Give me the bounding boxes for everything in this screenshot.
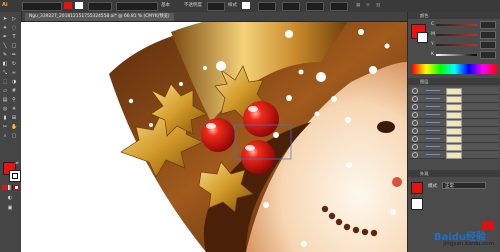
appearance-stroke-swatch[interactable] — [411, 198, 423, 210]
appearance-fill-swatch[interactable] — [411, 182, 423, 194]
layer-row[interactable] — [410, 111, 499, 119]
berry-bottom — [241, 140, 275, 174]
artboard-tool-icon[interactable]: ⊞ — [11, 115, 17, 121]
h-field[interactable] — [330, 2, 348, 11]
stroke-weight-field[interactable] — [88, 2, 112, 11]
x-field[interactable] — [258, 2, 276, 11]
free-transform-icon[interactable]: ⬚ — [2, 79, 8, 85]
berry-left — [201, 118, 235, 152]
blend-mode-label: 模式 — [428, 184, 437, 189]
illustration — [109, 22, 407, 252]
layer-row[interactable] — [410, 135, 499, 143]
layer-row[interactable] — [410, 127, 499, 135]
warp-tool-icon[interactable]: ≈ — [11, 70, 17, 76]
color-spectrum[interactable] — [412, 64, 497, 74]
symbol-sprayer-icon[interactable]: ✳ — [11, 106, 17, 112]
layer-row[interactable] — [410, 95, 499, 103]
channel-y-label: Y — [431, 42, 434, 47]
brush-tool-icon[interactable]: ✎ — [2, 52, 8, 58]
channel-m-label: M — [431, 32, 435, 37]
draw-mode-icon[interactable]: ◐ — [7, 195, 13, 201]
baidu-watermark: Baidu经验 jingyan.baidu.com — [394, 228, 494, 248]
w-field[interactable] — [306, 2, 324, 11]
cheek-shape — [392, 177, 402, 187]
channel-c-field[interactable] — [480, 21, 496, 29]
slice-tool-icon[interactable]: ✂ — [2, 124, 8, 130]
color-panel-stroke[interactable] — [417, 32, 428, 43]
channel-c-slider[interactable] — [436, 24, 477, 26]
document-tabbar: Ngu_339227_201812151755324558.ai* @ 66.8… — [21, 12, 407, 22]
pencil-tool-icon[interactable]: ✏ — [11, 52, 17, 58]
gradient-tool-icon[interactable]: ▤ — [2, 97, 8, 103]
type-tool-icon[interactable]: T — [11, 34, 17, 40]
berry-top — [243, 101, 279, 137]
channel-y-field[interactable] — [480, 41, 496, 49]
style-swatch[interactable] — [242, 2, 250, 9]
zoom-tool-icon[interactable]: ⌕ — [2, 133, 8, 139]
rectangle-tool-icon[interactable]: □ — [11, 43, 17, 49]
screen-mode-icon[interactable]: ▣ — [7, 205, 13, 211]
gradient-mode-icon[interactable] — [8, 185, 13, 190]
styles-label[interactable]: 样式 — [228, 2, 237, 9]
swap-colors-icon[interactable]: ⇄ — [14, 160, 20, 166]
selection-tool-icon[interactable]: ➤ — [2, 16, 8, 22]
layer-row[interactable] — [410, 103, 499, 111]
opacity-label[interactable]: 不透明度 — [184, 2, 202, 9]
channel-k-label: K — [431, 52, 434, 57]
appearance-panel-header[interactable]: 外观 — [408, 170, 500, 177]
transform-icon[interactable]: ▦ — [356, 2, 360, 9]
blend-tool-icon[interactable]: ◎ — [2, 106, 8, 112]
arrange-icon[interactable]: ▥ — [376, 2, 380, 9]
channel-m-slider[interactable] — [436, 34, 477, 36]
magic-wand-icon[interactable]: ✦ — [2, 25, 8, 31]
brush-dropdown[interactable] — [116, 2, 158, 11]
tools-panel: ➤ ▷ ✦ ◌ ✒ T ╲ □ ✎ ✏ ◧ ↻ ⤡ ≈ ⬚ ◑ ▱ # ▤ ⚲ … — [0, 12, 22, 252]
channel-y-slider[interactable] — [436, 44, 477, 46]
pen-tool-icon[interactable]: ✒ — [2, 34, 8, 40]
color-panel-header[interactable]: 颜色 — [408, 12, 500, 19]
channel-c-label: C — [431, 22, 435, 27]
style-basic-label: 基本 — [161, 3, 170, 8]
layer-row[interactable] — [410, 143, 499, 151]
layer-row[interactable] — [410, 87, 499, 95]
direct-selection-icon[interactable]: ▷ — [11, 16, 17, 22]
channel-m-field[interactable] — [480, 31, 496, 39]
eyedropper-icon[interactable]: ⚲ — [11, 97, 17, 103]
lasso-icon[interactable]: ◌ — [11, 25, 17, 31]
eye-shape — [377, 121, 395, 133]
hand-tool-icon[interactable]: ✋ — [11, 124, 17, 130]
layer-row[interactable] — [410, 151, 499, 159]
app-logo: Ai — [2, 2, 8, 8]
line-tool-icon[interactable]: ╲ — [2, 43, 8, 49]
print-tiling-icon[interactable]: ▢ — [11, 133, 17, 139]
align-icon[interactable]: ≡ — [366, 2, 370, 9]
rotate-tool-icon[interactable]: ↻ — [11, 61, 17, 67]
scale-tool-icon[interactable]: ⤡ — [2, 70, 8, 76]
selection-dropdown[interactable] — [22, 2, 62, 11]
graph-tool-icon[interactable]: ▮ — [2, 115, 8, 121]
perspective-icon[interactable]: ▱ — [2, 88, 8, 94]
document-tab[interactable]: Ngu_339227_201812151755324558.ai* @ 66.8… — [25, 13, 174, 21]
layer-row[interactable] — [410, 119, 499, 127]
mesh-tool-icon[interactable]: # — [11, 88, 17, 94]
none-mode-icon[interactable] — [14, 185, 19, 190]
layers-panel-header[interactable]: 图层 — [408, 78, 500, 85]
shape-builder-icon[interactable]: ◑ — [11, 79, 17, 85]
stroke-swatch-top[interactable] — [75, 2, 83, 9]
right-panel-dock: 颜色 C M Y K 图层 外观 模式 正常 — [407, 12, 500, 252]
color-mode-icon[interactable] — [2, 185, 7, 190]
blend-mode-dropdown[interactable]: 正常 — [442, 182, 486, 189]
watermark-url: jingyan.baidu.com — [443, 241, 494, 247]
channel-k-field[interactable] — [480, 51, 496, 59]
stroke-color-swatch[interactable] — [9, 170, 21, 182]
fill-swatch-top[interactable] — [64, 2, 72, 9]
channel-k-slider[interactable] — [436, 54, 477, 56]
y-field[interactable] — [282, 2, 300, 11]
artboard-canvas[interactable] — [21, 22, 407, 252]
opacity-field[interactable] — [207, 2, 225, 11]
eraser-tool-icon[interactable]: ◧ — [2, 61, 8, 67]
